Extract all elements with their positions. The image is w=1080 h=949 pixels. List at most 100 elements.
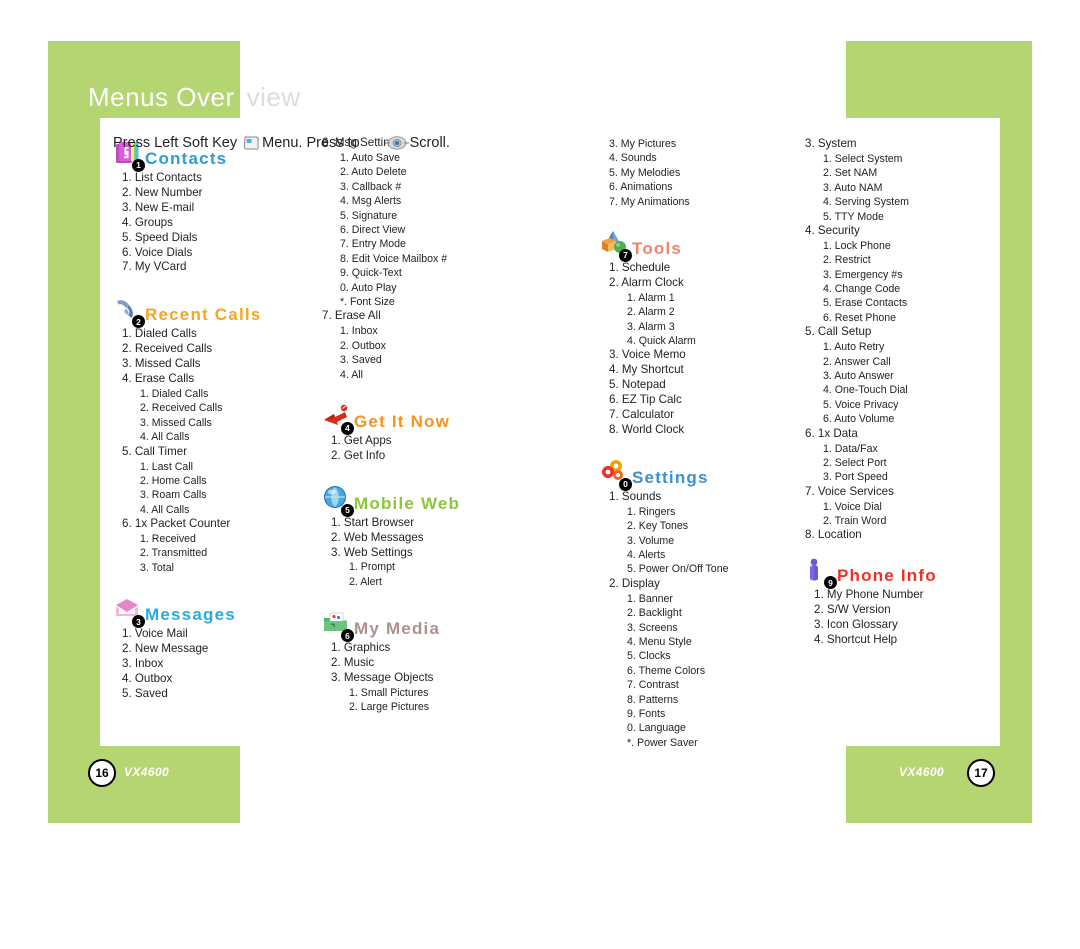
list-item[interactable]: 7. My Animations xyxy=(609,195,790,209)
list-item[interactable]: 3. New E-mail xyxy=(122,201,313,216)
list-item[interactable]: 3. Alarm 3 xyxy=(627,320,790,334)
list-item[interactable]: 1. Auto Retry xyxy=(823,340,995,354)
list-item[interactable]: 2. Received Calls xyxy=(140,401,313,415)
list-item[interactable]: 8. Location xyxy=(805,528,995,543)
list-item[interactable]: 2. New Number xyxy=(122,186,313,201)
list-item[interactable]: 8. Edit Voice Mailbox # xyxy=(340,252,522,266)
list-item[interactable]: 2. Restrict xyxy=(823,253,995,267)
list-item[interactable]: 1. Get Apps xyxy=(331,434,522,449)
list-item[interactable]: 7. Voice Services xyxy=(805,485,995,500)
list-item[interactable]: 6. Reset Phone xyxy=(823,311,995,325)
list-item[interactable]: 3. Icon Glossary xyxy=(814,618,995,633)
list-item[interactable]: 3. Auto NAM xyxy=(823,181,995,195)
list-item[interactable]: 7. Calculator xyxy=(609,408,790,423)
list-item[interactable]: 3. Volume xyxy=(627,534,790,548)
list-item[interactable]: 4. Quick Alarm xyxy=(627,334,790,348)
list-item[interactable]: 1. List Contacts xyxy=(122,171,313,186)
list-item[interactable]: 5. Signature xyxy=(340,209,522,223)
list-item[interactable]: 5. My Melodies xyxy=(609,166,790,180)
list-item[interactable]: 3. Web Settings xyxy=(331,546,522,561)
list-item[interactable]: 6. 1x Packet Counter xyxy=(122,517,313,532)
list-item[interactable]: 2. S/W Version xyxy=(814,603,995,618)
list-item[interactable]: 4. Shortcut Help xyxy=(814,633,995,648)
list-item[interactable]: 5. Call Timer xyxy=(122,445,313,460)
list-item[interactable]: 7. Entry Mode xyxy=(340,237,522,251)
list-item[interactable]: 1. Lock Phone xyxy=(823,239,995,253)
list-item[interactable]: 1. Start Browser xyxy=(331,516,522,531)
list-item[interactable]: 5. Erase Contacts xyxy=(823,296,995,310)
list-item[interactable]: 3. Emergency #s xyxy=(823,268,995,282)
list-item[interactable]: 1. Schedule xyxy=(609,261,790,276)
list-item[interactable]: 2. Set NAM xyxy=(823,166,995,180)
list-item[interactable]: 5. Voice Privacy xyxy=(823,398,995,412)
list-item[interactable]: 2. Web Messages xyxy=(331,531,522,546)
list-item[interactable]: 4. Menu Style xyxy=(627,635,790,649)
list-item[interactable]: 1. Prompt xyxy=(349,560,522,574)
list-item[interactable]: 3. System xyxy=(805,137,995,152)
list-item[interactable]: 4. Msg Alerts xyxy=(340,194,522,208)
list-item[interactable]: 2. Display xyxy=(609,577,790,592)
list-item[interactable]: 2. Key Tones xyxy=(627,519,790,533)
list-item[interactable]: 2. Alert xyxy=(349,575,522,589)
list-item[interactable]: 2. Train Word xyxy=(823,514,995,528)
list-item[interactable]: 1. Select System xyxy=(823,152,995,166)
list-item[interactable]: 2. Backlight xyxy=(627,606,790,620)
list-item[interactable]: 4. Sounds xyxy=(609,151,790,165)
list-item[interactable]: 3. Message Objects xyxy=(331,671,522,686)
list-item[interactable]: 1. Voice Dial xyxy=(823,500,995,514)
list-item[interactable]: 1. Inbox xyxy=(340,324,522,338)
list-item[interactable]: 3. Callback # xyxy=(340,180,522,194)
list-item[interactable]: 4. All Calls xyxy=(140,430,313,444)
list-item[interactable]: 1. Alarm 1 xyxy=(627,291,790,305)
list-item[interactable]: 6. Animations xyxy=(609,180,790,194)
list-item[interactable]: 5. Clocks xyxy=(627,649,790,663)
list-item[interactable]: 7. Contrast xyxy=(627,678,790,692)
list-item[interactable]: 2. Transmitted xyxy=(140,546,313,560)
list-item[interactable]: 5. Saved xyxy=(122,687,313,702)
list-item[interactable]: 1. Graphics xyxy=(331,641,522,656)
list-item[interactable]: 1. Voice Mail xyxy=(122,627,313,642)
list-item[interactable]: 4. My Shortcut xyxy=(609,363,790,378)
list-item[interactable]: 1. Small Pictures xyxy=(349,686,522,700)
list-item[interactable]: 4. One-Touch Dial xyxy=(823,383,995,397)
list-item[interactable]: 0. Auto Play xyxy=(340,281,522,295)
list-item[interactable]: 4. Serving System xyxy=(823,195,995,209)
list-item[interactable]: 2. Select Port xyxy=(823,456,995,470)
list-item[interactable]: 4. Erase Calls xyxy=(122,372,313,387)
list-item[interactable]: 1. Received xyxy=(140,532,313,546)
list-item[interactable]: 6. Direct View xyxy=(340,223,522,237)
list-item[interactable]: 1. Sounds xyxy=(609,490,790,505)
list-item[interactable]: 5. Power On/Off Tone xyxy=(627,562,790,576)
list-item[interactable]: 9. Quick-Text xyxy=(340,266,522,280)
list-item[interactable]: 5. Notepad xyxy=(609,378,790,393)
list-item[interactable]: 5. TTY Mode xyxy=(823,210,995,224)
list-item[interactable]: 1. Last Call xyxy=(140,460,313,474)
list-item[interactable]: 5. Call Setup xyxy=(805,325,995,340)
list-item[interactable]: 2. Alarm Clock xyxy=(609,276,790,291)
list-item[interactable]: 4. Alerts xyxy=(627,548,790,562)
list-item[interactable]: 3. Missed Calls xyxy=(140,416,313,430)
list-item[interactable]: 3. My Pictures xyxy=(609,137,790,151)
list-item[interactable]: 3. Inbox xyxy=(122,657,313,672)
list-item[interactable]: 1. Banner xyxy=(627,592,790,606)
list-item[interactable]: 1. My Phone Number xyxy=(814,588,995,603)
list-item[interactable]: *. Power Saver xyxy=(627,736,790,750)
list-item[interactable]: *. Font Size xyxy=(340,295,522,309)
list-item[interactable]: 3. Saved xyxy=(340,353,522,367)
list-item[interactable]: 9. Fonts xyxy=(627,707,790,721)
list-item[interactable]: 8. World Clock xyxy=(609,423,790,438)
list-item[interactable]: 4. Security xyxy=(805,224,995,239)
list-item[interactable]: 1. Data/Fax xyxy=(823,442,995,456)
list-item[interactable]: 4. All xyxy=(340,368,522,382)
list-item[interactable]: 6. Theme Colors xyxy=(627,664,790,678)
list-item[interactable]: 2. Answer Call xyxy=(823,355,995,369)
list-item[interactable]: 4. All Calls xyxy=(140,503,313,517)
list-item[interactable]: 7. Erase All xyxy=(322,309,522,324)
list-item[interactable]: 1. Ringers xyxy=(627,505,790,519)
list-item[interactable]: 6. 1x Data xyxy=(805,427,995,442)
list-item[interactable]: 4. Change Code xyxy=(823,282,995,296)
list-item[interactable]: 0. Language xyxy=(627,721,790,735)
list-item[interactable]: 3. Total xyxy=(140,561,313,575)
list-item[interactable]: 2. Get Info xyxy=(331,449,522,464)
list-item[interactable]: 2. Alarm 2 xyxy=(627,305,790,319)
